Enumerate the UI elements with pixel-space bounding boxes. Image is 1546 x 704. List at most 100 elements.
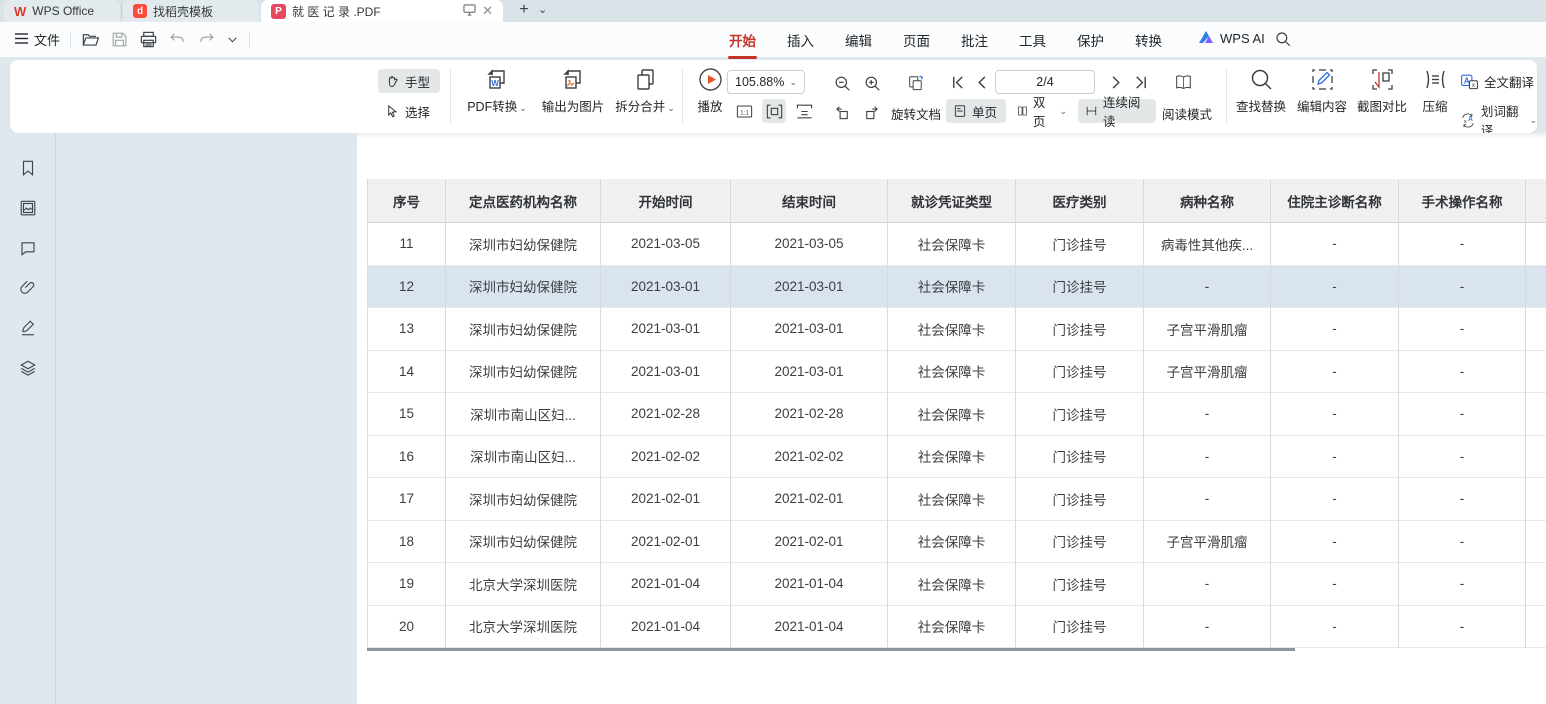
tab-list-chevron-icon[interactable]: ⌄ xyxy=(538,3,547,16)
pdf-convert-button[interactable]: W PDF转换⌄ xyxy=(460,66,534,115)
medical-records-table: 序号定点医药机构名称开始时间结束时间就诊凭证类型医疗类别病种名称住院主诊断名称手… xyxy=(367,179,1546,648)
table-cell: - xyxy=(1398,521,1525,564)
double-page-button[interactable]: 双页 ⌄ xyxy=(1010,99,1074,123)
wps-pdf-app: W WPS Office d 找稻壳模板 P 就 医 记 录 .PDF ✕ + … xyxy=(0,0,1546,704)
split-merge-button[interactable]: 拆分合并⌄ xyxy=(612,66,678,115)
rotate-right-icon[interactable] xyxy=(859,99,883,123)
menu-home[interactable]: 开始 xyxy=(728,28,757,52)
table-cell: 2021-03-01 xyxy=(600,308,730,351)
divider xyxy=(249,31,250,49)
attachment-icon[interactable] xyxy=(19,279,37,297)
rotate-doc-label[interactable]: 旋转文档 xyxy=(886,104,946,123)
bookmark-icon[interactable] xyxy=(19,159,37,177)
table-cell: - xyxy=(1398,478,1525,521)
layers-icon[interactable] xyxy=(19,359,37,377)
redo-icon[interactable] xyxy=(197,30,216,49)
quick-access-chevron-icon[interactable] xyxy=(226,30,239,49)
table-cell: 社会保障卡 xyxy=(887,521,1015,564)
table-cell: 社会保障卡 xyxy=(887,606,1015,649)
tab-wps-office[interactable]: W WPS Office xyxy=(4,0,120,22)
edit-content-button[interactable]: 编辑内容 xyxy=(1293,66,1351,115)
hand-tool-button[interactable]: 手型 xyxy=(378,69,440,93)
tab-separator xyxy=(121,4,122,18)
svg-text:A: A xyxy=(1468,116,1473,123)
divider xyxy=(1226,69,1227,124)
screenshot-compare-label: 截图对比 xyxy=(1357,96,1407,115)
table-cell: - xyxy=(1398,266,1525,309)
split-merge-label: 拆分合并 xyxy=(615,100,665,114)
menu-tools[interactable]: 工具 xyxy=(1018,28,1047,52)
signature-icon[interactable] xyxy=(19,319,37,337)
menu-edit[interactable]: 编辑 xyxy=(844,28,873,52)
table-cell: 北京大学深圳医院 xyxy=(445,606,600,649)
export-image-button[interactable]: 输出为图片 xyxy=(534,66,612,115)
comments-icon[interactable] xyxy=(19,239,37,257)
save-icon[interactable] xyxy=(110,30,129,49)
table-cell: 2021-01-04 xyxy=(600,606,730,649)
find-replace-button[interactable]: 查找替换 xyxy=(1232,66,1290,115)
menu-page[interactable]: 页面 xyxy=(902,28,931,52)
table-cell: 2021-03-05 xyxy=(730,223,887,266)
menu-search-icon[interactable] xyxy=(1274,30,1292,48)
last-page-icon[interactable] xyxy=(1130,72,1150,92)
full-translate-button[interactable]: Ax 全文翻译 xyxy=(1460,72,1534,91)
thumbnails-icon[interactable] xyxy=(19,199,37,217)
tab-document-pdf[interactable]: P 就 医 记 录 .PDF ✕ xyxy=(261,0,503,22)
menu-annotate[interactable]: 批注 xyxy=(960,28,989,52)
rotate-pages-icon[interactable] xyxy=(900,69,932,97)
compress-button[interactable]: 压缩 xyxy=(1413,66,1457,115)
read-mode-label[interactable]: 阅读模式 xyxy=(1158,104,1216,123)
table-cell: 门诊挂号 xyxy=(1015,266,1143,309)
prev-page-icon[interactable] xyxy=(972,72,992,92)
new-tab-button[interactable]: + xyxy=(514,1,534,19)
share-screen-icon[interactable] xyxy=(463,4,476,19)
fit-page-button[interactable] xyxy=(792,99,816,123)
play-button[interactable]: 播放 xyxy=(688,66,732,115)
first-page-icon[interactable] xyxy=(948,72,968,92)
menu-wps-ai[interactable]: WPS AI xyxy=(1198,30,1265,47)
table-cell: 门诊挂号 xyxy=(1015,478,1143,521)
zoom-in-icon[interactable] xyxy=(860,71,884,95)
print-icon[interactable] xyxy=(139,30,158,49)
zoom-level-select[interactable]: 105.88% ⌄ xyxy=(727,70,805,94)
open-file-icon[interactable] xyxy=(81,30,100,49)
fit-width-button[interactable] xyxy=(762,99,786,123)
table-cell: 门诊挂号 xyxy=(1015,563,1143,606)
table-row: 14深圳市妇幼保健院2021-03-012021-03-01社会保障卡门诊挂号子… xyxy=(367,351,1546,394)
continuous-read-button[interactable]: 连续阅读 xyxy=(1078,99,1156,123)
table-cell: 11 xyxy=(367,223,445,266)
table-cell: 2021-01-04 xyxy=(600,563,730,606)
column-header: 病种名称 xyxy=(1143,179,1270,223)
read-mode-icon[interactable] xyxy=(1168,68,1198,96)
table-cell: - xyxy=(1270,436,1398,479)
column-header: 医疗类别 xyxy=(1015,179,1143,223)
next-page-icon[interactable] xyxy=(1105,72,1125,92)
table-cell: - xyxy=(1398,436,1525,479)
continuous-read-label: 连续阅读 xyxy=(1103,92,1149,130)
single-page-button[interactable]: 单页 xyxy=(946,99,1006,123)
close-tab-icon[interactable]: ✕ xyxy=(482,3,493,19)
rotate-left-icon[interactable] xyxy=(830,99,854,123)
select-tool-button[interactable]: 选择 xyxy=(378,99,440,123)
menu-convert[interactable]: 转换 xyxy=(1134,28,1163,52)
play-label: 播放 xyxy=(697,96,722,115)
screenshot-compare-button[interactable]: 截图对比 xyxy=(1353,66,1411,115)
table-cell: 2021-01-04 xyxy=(730,563,887,606)
table-cell: 2021-02-02 xyxy=(730,436,887,479)
undo-icon[interactable] xyxy=(168,30,187,49)
chevron-down-icon: ⌄ xyxy=(519,103,527,113)
column-header: 结束时间 xyxy=(730,179,887,223)
table-cell: - xyxy=(1270,351,1398,394)
table-cell-cut xyxy=(1525,393,1546,436)
tab-docer-templates[interactable]: d 找稻壳模板 xyxy=(123,0,259,22)
zoom-out-icon[interactable] xyxy=(830,71,854,95)
table-row: 17深圳市妇幼保健院2021-02-012021-02-01社会保障卡门诊挂号-… xyxy=(367,478,1546,521)
menu-protect[interactable]: 保护 xyxy=(1076,28,1105,52)
table-cell: 18 xyxy=(367,521,445,564)
column-header: 就诊凭证类型 xyxy=(887,179,1015,223)
page-number-input[interactable]: 2/4 xyxy=(995,70,1095,94)
file-menu-button[interactable]: 文件 xyxy=(14,30,60,49)
table-cell: 20 xyxy=(367,606,445,649)
menu-insert[interactable]: 插入 xyxy=(786,28,815,52)
actual-size-button[interactable]: 1:1 xyxy=(732,99,756,123)
